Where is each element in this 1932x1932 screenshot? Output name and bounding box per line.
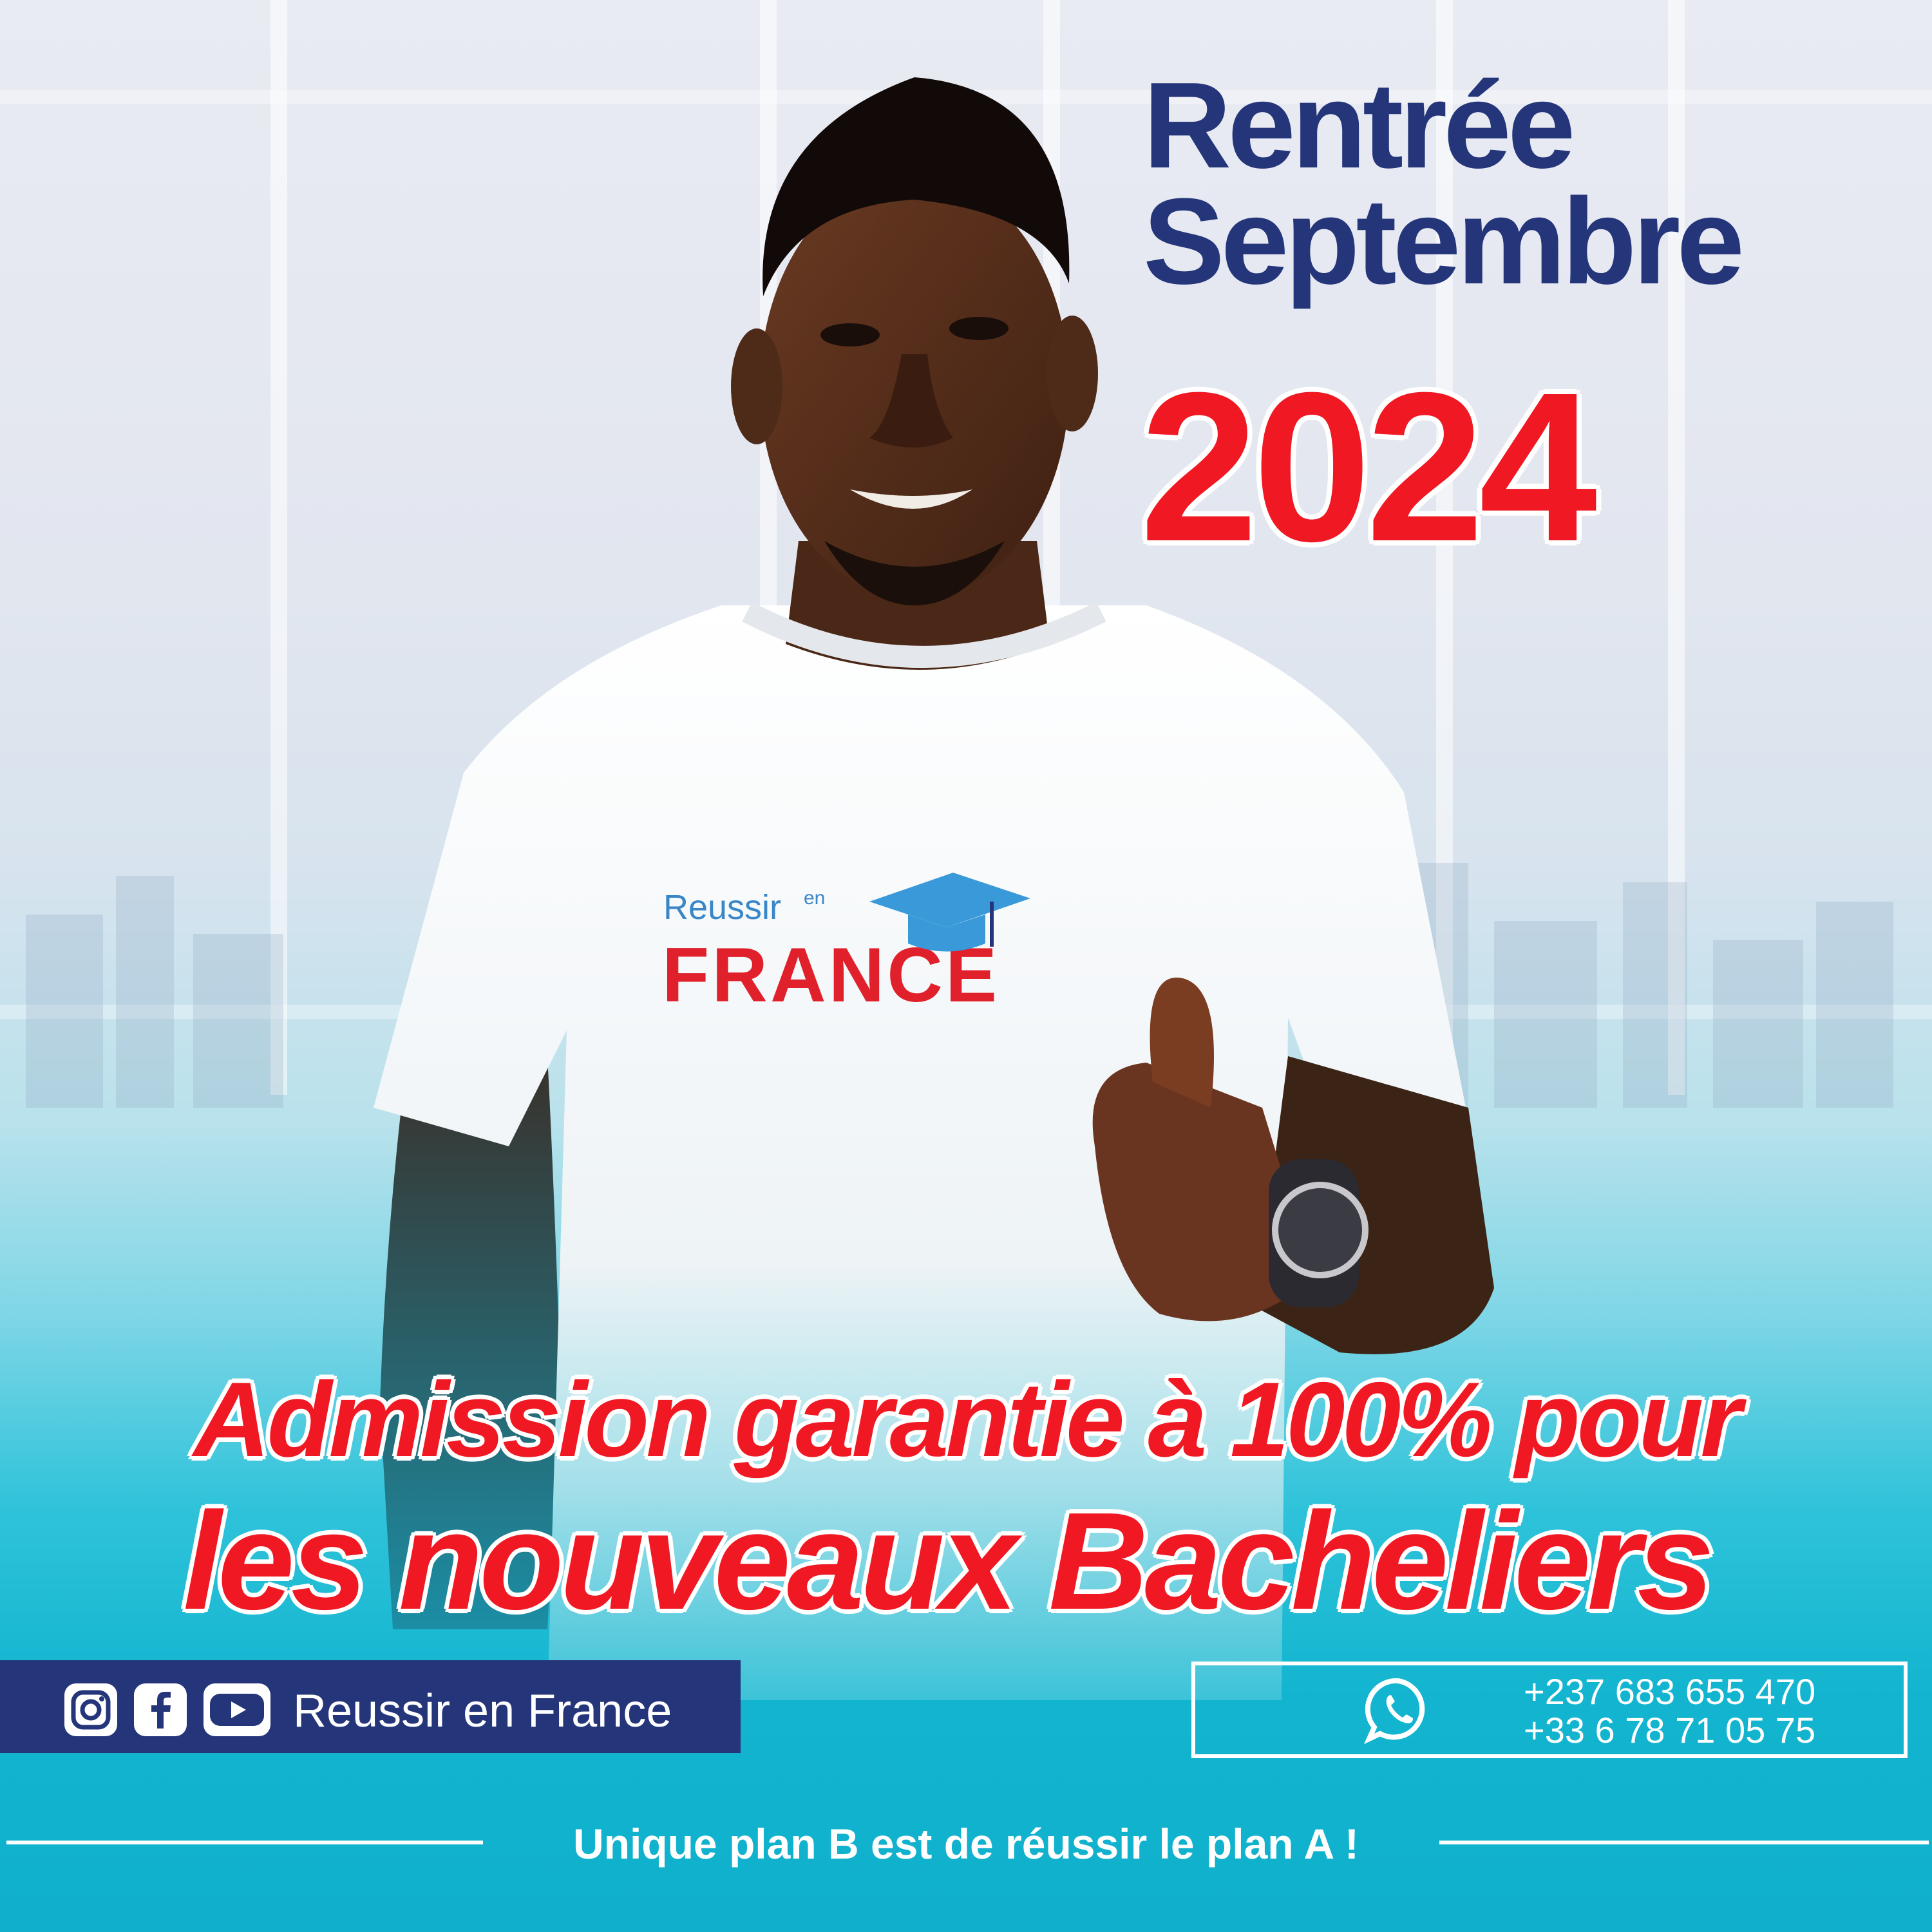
- headline-line-1: Admission garantie à 100% pour: [193, 1360, 1741, 1479]
- graduation-cap-icon: [869, 873, 1030, 952]
- heading-year: 2024: [1140, 348, 1597, 585]
- whatsapp-icon[interactable]: [1363, 1674, 1434, 1745]
- phone-number-france[interactable]: +33 6 78 71 05 75: [1524, 1709, 1815, 1751]
- contact-box: +237 683 655 470 +33 6 78 71 05 75: [1191, 1662, 1908, 1758]
- shirt-logo-reussir: Reussir: [663, 888, 782, 927]
- instagram-icon[interactable]: [64, 1683, 117, 1736]
- social-handle: Reussir en France: [293, 1685, 672, 1737]
- shirt-logo-en: en: [804, 887, 826, 909]
- slogan: Unique plan B est de réussir le plan A !: [573, 1820, 1359, 1868]
- facebook-icon[interactable]: [134, 1683, 187, 1736]
- poster: Reussir en FRANCE Rentrée Septembre 2024…: [0, 0, 1932, 1932]
- social-bar: Reussir en France: [0, 1660, 741, 1753]
- heading-septembre: Septembre: [1143, 173, 1745, 310]
- heading-rentree: Rentrée: [1143, 57, 1575, 194]
- headline-line-2: les nouveaux Bacheliers: [183, 1483, 1714, 1638]
- phone-number-cameroon[interactable]: +237 683 655 470: [1524, 1671, 1815, 1712]
- shirt-logo: Reussir en FRANCE: [662, 869, 1063, 1050]
- youtube-icon[interactable]: [204, 1683, 270, 1736]
